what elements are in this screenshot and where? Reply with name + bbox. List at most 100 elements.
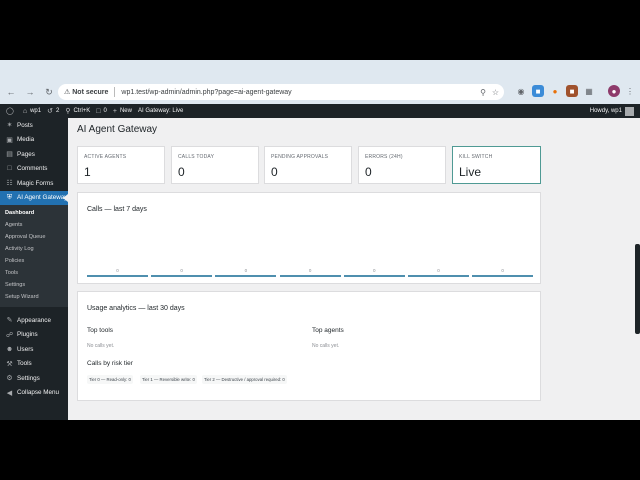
pin-icon: ✶ xyxy=(6,122,13,130)
gateway-status-link[interactable]: AI Gateway: Live xyxy=(138,108,183,114)
forward-icon[interactable]: → xyxy=(22,84,38,100)
sidebar-item-ai-agent-gateway[interactable]: ⛨ AI Agent Gateway xyxy=(0,190,68,205)
collapse-icon: ◀ xyxy=(6,389,13,397)
screen: ← → ↻ ⚠ Not secure wp1.test/wp-admin/adm… xyxy=(0,60,640,420)
card-title: Calls — last 7 days xyxy=(87,206,147,213)
stat-label: CALLS TODAY xyxy=(178,154,215,160)
sidebar-item-pages[interactable]: ▤ Pages xyxy=(0,147,68,162)
bar-value-label: 0 xyxy=(180,268,183,273)
plus-icon: + xyxy=(112,107,117,115)
tier-badge-2: Tier 2 — Destructive / approval required… xyxy=(202,375,287,384)
divider xyxy=(114,87,116,97)
submenu-item-approval-queue[interactable]: Approval Queue xyxy=(0,231,68,243)
tier-badge-0: Tier 0 — Read-only: 0 xyxy=(87,375,133,384)
bookmark-star-icon[interactable]: ☆ xyxy=(492,88,499,97)
top-agents-empty: No calls yet. xyxy=(312,343,340,349)
calls-bar xyxy=(408,275,469,277)
extension-icon[interactable]: ■ xyxy=(566,85,578,97)
submenu-item-tools[interactable]: Tools xyxy=(0,267,68,279)
stat-label: ACTIVE AGENTS xyxy=(84,154,127,160)
stat-value: 0 xyxy=(271,165,278,179)
top-tools-heading: Top tools xyxy=(87,327,114,334)
address-bar[interactable]: ⚠ Not secure wp1.test/wp-admin/admin.php… xyxy=(58,84,504,100)
stat-value: 0 xyxy=(365,165,372,179)
sidebar-item-tools[interactable]: ⚒ Tools xyxy=(0,357,68,372)
stat-label: KILL SWITCH xyxy=(459,154,493,160)
usage-analytics-card: Usage analytics — last 30 days Top tools… xyxy=(77,291,541,401)
stat-label: ERRORS (24H) xyxy=(365,154,403,160)
search-icon: ⚲ xyxy=(65,108,71,115)
sidebar-item-plugins[interactable]: ☍ Plugins xyxy=(0,328,68,343)
reload-icon[interactable]: ↻ xyxy=(41,84,57,100)
risk-tier-heading: Calls by risk tier xyxy=(87,360,133,367)
extension-icon[interactable]: ◉ xyxy=(515,85,527,97)
profile-avatar[interactable]: ● xyxy=(608,85,620,97)
admin-sidebar: ✶ Posts ▣ Media ▤ Pages □ Comments ☷ Magic Fo… xyxy=(0,118,68,420)
stat-value: 1 xyxy=(84,165,91,179)
main-content: AI Agent Gateway ACTIVE AGENTS 1 CALLS T… xyxy=(68,118,640,420)
gateway-submenu: Dashboard Agents Approval Queue Activity… xyxy=(0,205,68,307)
sidebar-item-settings[interactable]: ⚙ Settings xyxy=(0,371,68,386)
bar-value-label: 0 xyxy=(116,268,119,273)
stat-label: PENDING APPROVALS xyxy=(271,154,329,160)
user-icon: ☻ xyxy=(5,345,14,353)
submenu-item-settings[interactable]: Settings xyxy=(0,279,68,291)
calls-chart-card: Calls — last 7 days 0 0 0 0 0 0 0 xyxy=(77,192,541,284)
extension-icon[interactable]: ■ xyxy=(532,85,544,97)
site-name-link[interactable]: ⌂ wp1 xyxy=(23,108,41,115)
sidebar-item-users[interactable]: ☻ Users xyxy=(0,342,68,357)
stat-card-kill-switch[interactable]: KILL SWITCH Live xyxy=(452,146,541,184)
submenu-item-setup-wizard[interactable]: Setup Wizard xyxy=(0,291,68,303)
bar-value-label: 0 xyxy=(308,268,312,273)
bar-value-label: 0 xyxy=(437,268,440,273)
sidebar-item-appearance[interactable]: ✎ Appearance xyxy=(0,313,68,328)
comment-icon: □ xyxy=(96,107,101,115)
zoom-icon[interactable]: ⚲ xyxy=(480,88,486,97)
comments-link[interactable]: □ 0 xyxy=(96,108,107,115)
extensions-puzzle-icon[interactable]: ▦ xyxy=(583,85,595,97)
settings-icon: ⚙ xyxy=(6,375,13,383)
wp-logo-icon[interactable]: ◯ xyxy=(6,107,17,115)
sidebar-item-magic-forms[interactable]: ☷ Magic Forms xyxy=(0,176,68,191)
comment-icon: □ xyxy=(7,165,12,173)
card-title: Usage analytics — last 30 days xyxy=(87,305,185,312)
calls-bar xyxy=(151,275,213,277)
updates-icon: ↺ xyxy=(47,108,53,115)
submenu-item-dashboard[interactable]: Dashboard xyxy=(0,207,68,219)
page-icon: ▤ xyxy=(6,151,13,159)
wrench-icon: ⚒ xyxy=(6,360,13,368)
avatar xyxy=(625,106,634,116)
sidebar-item-posts[interactable]: ✶ Posts xyxy=(0,118,68,133)
url-text[interactable]: wp1.test/wp-admin/admin.php?page=ai-agen… xyxy=(121,89,291,96)
page-scrollbar[interactable] xyxy=(635,244,640,334)
calls-bar xyxy=(87,275,148,277)
stat-card-active-agents: ACTIVE AGENTS 1 xyxy=(77,146,165,184)
browser-menu-icon[interactable]: ⋮ xyxy=(624,85,636,97)
collapse-menu-button[interactable]: ◀ Collapse Menu xyxy=(0,386,68,401)
submenu-item-agents[interactable]: Agents xyxy=(0,219,68,231)
back-icon[interactable]: ← xyxy=(3,84,19,100)
bar-value-label: 0 xyxy=(244,268,248,273)
form-icon: ☷ xyxy=(6,180,13,188)
security-indicator[interactable]: ⚠ Not secure xyxy=(64,88,108,96)
user-account-menu[interactable]: Howdy, wp1 xyxy=(590,106,634,116)
updates-link[interactable]: ↺ 2 xyxy=(47,107,59,115)
browser-toolbar: ← → ↻ ⚠ Not secure wp1.test/wp-admin/adm… xyxy=(0,82,640,102)
shield-icon: ⛨ xyxy=(6,193,13,201)
calls-bar xyxy=(215,275,277,277)
stat-card-calls-today: CALLS TODAY 0 xyxy=(171,146,259,184)
top-tools-empty: No calls yet. xyxy=(87,343,115,349)
submenu-item-policies[interactable]: Policies xyxy=(0,255,68,267)
sidebar-item-comments[interactable]: □ Comments xyxy=(0,162,68,177)
calls-bar xyxy=(472,275,534,277)
sidebar-item-media[interactable]: ▣ Media xyxy=(0,133,68,148)
extension-icon[interactable]: ● xyxy=(549,85,561,97)
new-content-link[interactable]: + New xyxy=(113,108,132,115)
page-title: AI Agent Gateway xyxy=(77,124,158,135)
stat-card-pending-approvals: PENDING APPROVALS 0 xyxy=(264,146,352,184)
submenu-item-activity-log[interactable]: Activity Log xyxy=(0,243,68,255)
command-palette-link[interactable]: ⚲ Ctrl+K xyxy=(65,107,90,115)
bar-value-label: 0 xyxy=(501,268,504,273)
plugin-icon: ☍ xyxy=(5,331,14,339)
admin-bar: ◯ ⌂ wp1 ↺ 2 ⚲ Ctrl+K □ 0 + New AI Gateway: Li… xyxy=(0,104,640,118)
